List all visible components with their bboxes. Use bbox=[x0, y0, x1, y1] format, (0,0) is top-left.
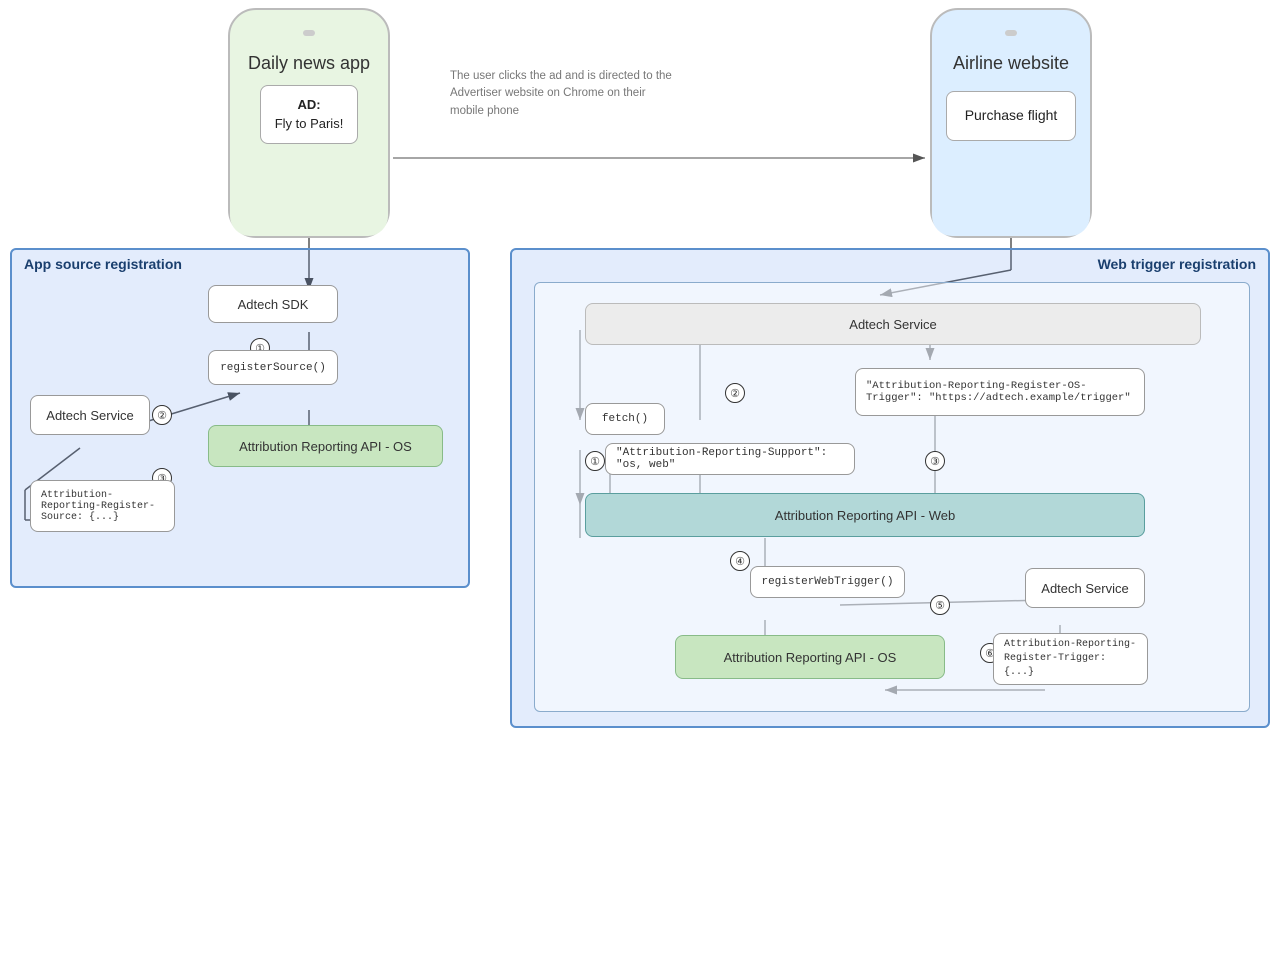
badge-1-right: ① bbox=[585, 451, 605, 471]
purchase-flight-box: Purchase flight bbox=[946, 91, 1077, 141]
attr-register-trigger-node: Attribution-Reporting- Register-Trigger:… bbox=[993, 633, 1148, 685]
app-source-registration-box: App source registration Adtech SDK ① reg… bbox=[10, 248, 470, 588]
register-web-trigger-node: registerWebTrigger() bbox=[750, 566, 905, 598]
badge-5-right: ⑤ bbox=[930, 595, 950, 615]
register-source-node: registerSource() bbox=[208, 350, 338, 385]
badge-3-right: ③ bbox=[925, 451, 945, 471]
attr-os-trigger-header-node: "Attribution-Reporting-Register-OS-Trigg… bbox=[855, 368, 1145, 416]
fetch-node: fetch() bbox=[585, 403, 665, 435]
web-trigger-registration-title: Web trigger registration bbox=[1098, 256, 1256, 272]
ad-box: AD:Fly to Paris! bbox=[260, 85, 359, 143]
phone-camera-airline bbox=[1005, 30, 1017, 36]
phone-camera-news bbox=[303, 30, 315, 36]
attr-support-node: "Attribution-Reporting-Support": "os, we… bbox=[605, 443, 855, 475]
badge-2-right: ② bbox=[725, 383, 745, 403]
badge-4-right: ④ bbox=[730, 551, 750, 571]
attribution-register-source-node: Attribution-Reporting-Register-Source: {… bbox=[30, 480, 175, 532]
badge-2-left: ② bbox=[152, 405, 172, 425]
inner-right-box: Adtech Service fetch() ② "Attribution-Re… bbox=[534, 282, 1250, 712]
phone-news-screen: Daily news app AD:Fly to Paris! bbox=[230, 44, 388, 236]
web-trigger-registration-box: Web trigger registration Adtech Service … bbox=[510, 248, 1270, 728]
attribution-os-right-node: Attribution Reporting API - OS bbox=[675, 635, 945, 679]
adtech-service-top-node: Adtech Service bbox=[585, 303, 1201, 345]
adtech-sdk-node: Adtech SDK bbox=[208, 285, 338, 323]
phone-airline-screen: Airline website Purchase flight bbox=[932, 44, 1090, 236]
attribution-web-node: Attribution Reporting API - Web bbox=[585, 493, 1145, 537]
phone-airline: Airline website Purchase flight bbox=[930, 8, 1092, 238]
description-text: The user clicks the ad and is directed t… bbox=[450, 68, 680, 120]
app-source-registration-title: App source registration bbox=[24, 256, 182, 272]
purchase-flight-label: Purchase flight bbox=[965, 107, 1058, 123]
phone-news: Daily news app AD:Fly to Paris! bbox=[228, 8, 390, 238]
adtech-service-right-node: Adtech Service bbox=[1025, 568, 1145, 608]
attribution-os-left-node: Attribution Reporting API - OS bbox=[208, 425, 443, 467]
phone-airline-title: Airline website bbox=[953, 52, 1069, 75]
phone-news-title: Daily news app bbox=[248, 52, 370, 75]
adtech-service-left-node: Adtech Service bbox=[30, 395, 150, 435]
diagram-area: Daily news app AD:Fly to Paris! Airline … bbox=[0, 0, 1280, 960]
